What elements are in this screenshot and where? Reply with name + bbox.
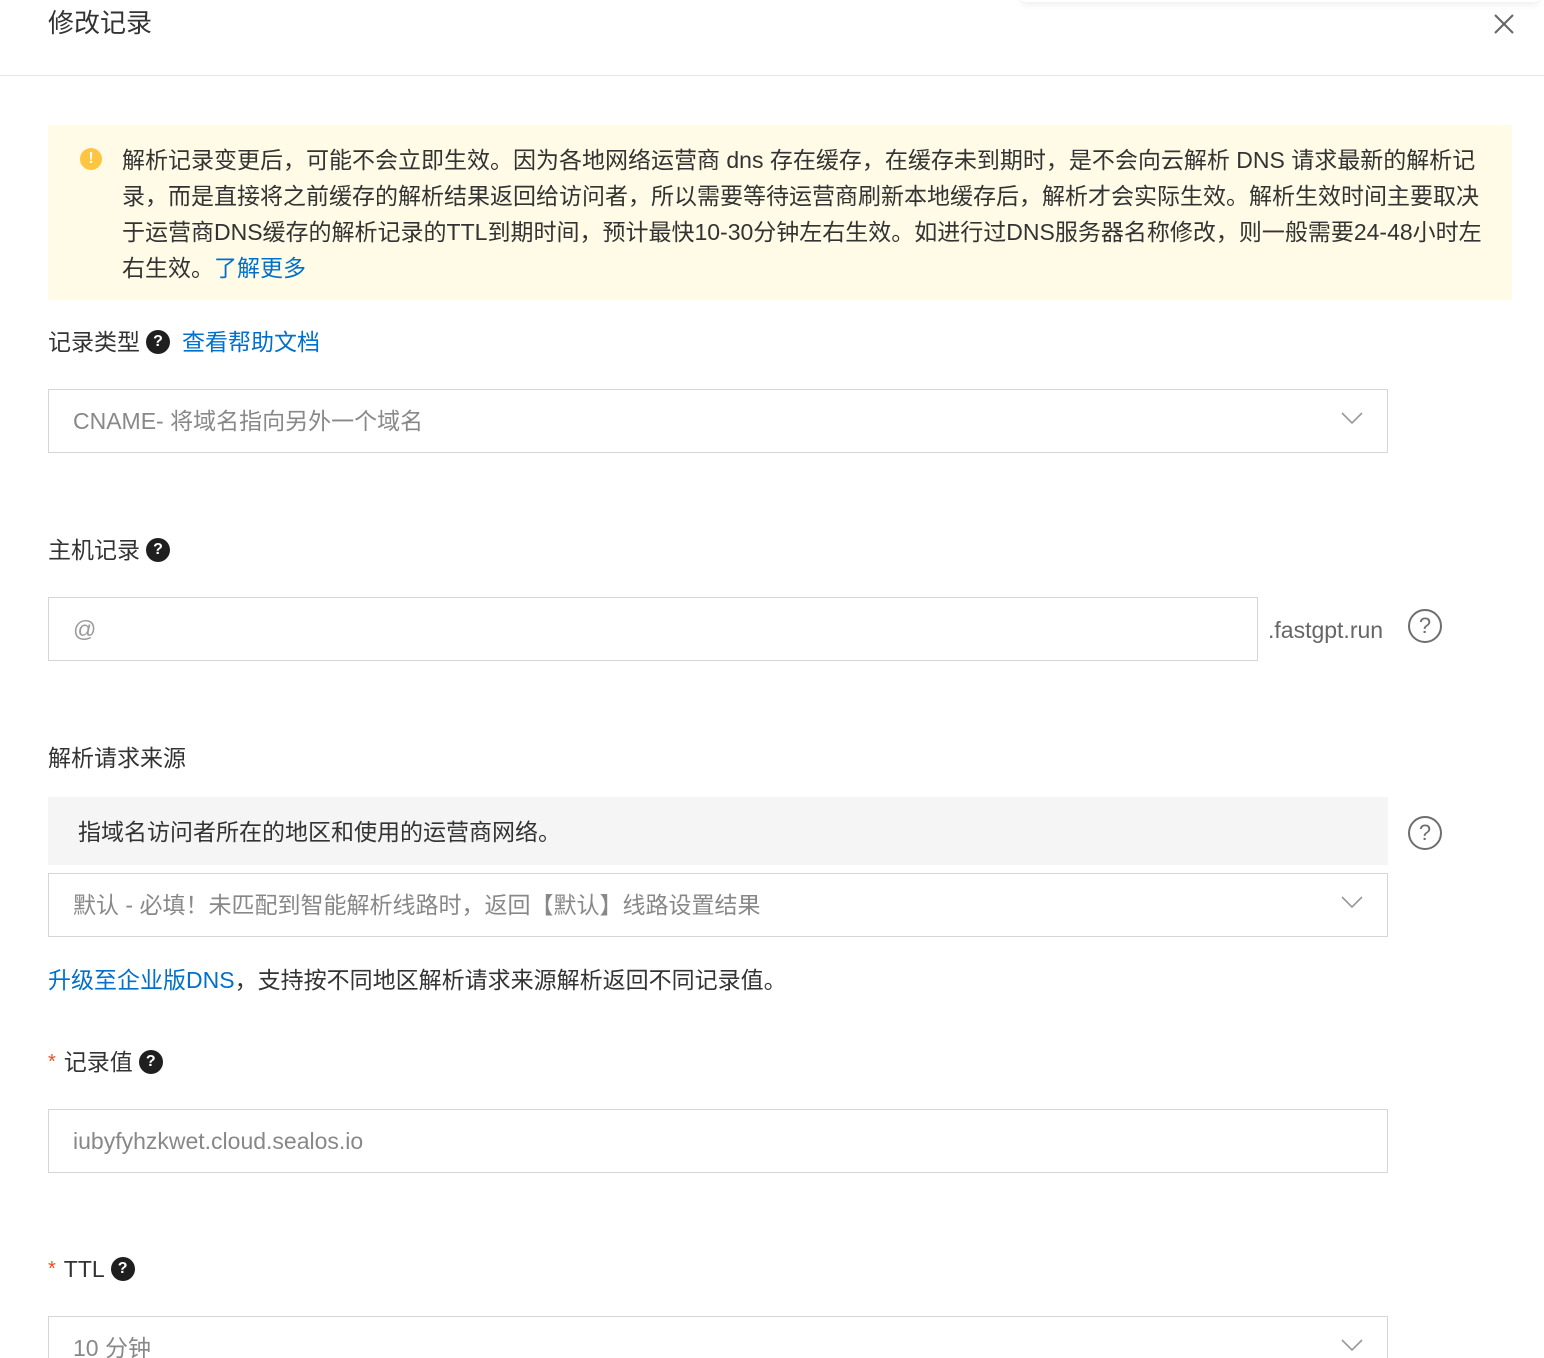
help-doc-link[interactable]: 查看帮助文档 bbox=[182, 326, 320, 358]
request-source-label: 解析请求来源 bbox=[48, 745, 186, 771]
ttl-select[interactable]: 10 分钟 bbox=[48, 1316, 1388, 1358]
record-type-label: 记录类型 bbox=[48, 329, 140, 355]
request-source-info: 指域名访问者所在的地区和使用的运营商网络。 bbox=[48, 797, 1388, 865]
question-icon[interactable]: ? bbox=[1408, 609, 1442, 643]
alert-message: 解析记录变更后，可能不会立即生效。因为各地网络运营商 dns 存在缓存，在缓存未… bbox=[122, 142, 1492, 286]
warning-icon: ! bbox=[80, 148, 102, 170]
record-type-label-row: 记录类型 ? 查看帮助文档 bbox=[48, 326, 320, 358]
request-source-value: 默认 - 必填！未匹配到智能解析线路时，返回【默认】线路设置结果 bbox=[73, 892, 761, 918]
host-record-label-row: 主机记录 ? bbox=[48, 534, 170, 566]
dialog-title: 修改记录 bbox=[48, 8, 153, 38]
question-icon[interactable]: ? bbox=[1408, 816, 1442, 850]
question-icon[interactable]: ? bbox=[138, 1050, 163, 1074]
dialog-header: 修改记录 bbox=[0, 0, 1544, 76]
host-record-input[interactable]: @ bbox=[48, 597, 1258, 661]
modify-record-dialog: 修改记录 ! 解析记录变更后，可能不会立即生效。因为各地网络运营商 dns 存在… bbox=[0, 0, 1544, 1358]
question-icon[interactable]: ? bbox=[146, 538, 170, 562]
record-type-select[interactable]: CNAME- 将域名指向另外一个域名 bbox=[48, 389, 1388, 453]
required-mark: * bbox=[48, 1051, 56, 1073]
question-icon[interactable]: ? bbox=[146, 330, 170, 354]
upgrade-text: ，支持按不同地区解析请求来源解析返回不同记录值。 bbox=[234, 967, 787, 993]
record-value-label: 记录值 bbox=[63, 1049, 133, 1075]
question-icon[interactable]: ? bbox=[110, 1257, 135, 1281]
upgrade-hint: 升级至企业版DNS，支持按不同地区解析请求来源解析返回不同记录值。 bbox=[48, 963, 787, 997]
record-value-label-row: * 记录值 ? bbox=[48, 1046, 163, 1078]
request-source-select[interactable]: 默认 - 必填！未匹配到智能解析线路时，返回【默认】线路设置结果 bbox=[48, 873, 1388, 937]
chevron-down-icon bbox=[1341, 412, 1363, 425]
close-icon[interactable] bbox=[1488, 8, 1520, 40]
upgrade-link[interactable]: 升级至企业版DNS bbox=[48, 967, 235, 993]
record-value-input[interactable]: iubyfyhzkwet.cloud.sealos.io bbox=[48, 1109, 1388, 1173]
record-value-text: iubyfyhzkwet.cloud.sealos.io bbox=[73, 1128, 364, 1154]
record-type-value: CNAME- 将域名指向另外一个域名 bbox=[73, 408, 424, 434]
request-source-label-row: 解析请求来源 bbox=[48, 742, 186, 774]
domain-suffix: .fastgpt.run bbox=[1268, 617, 1384, 643]
ttl-value: 10 分钟 bbox=[73, 1335, 151, 1358]
request-source-info-text: 指域名访问者所在的地区和使用的运营商网络。 bbox=[78, 819, 561, 845]
chevron-down-icon bbox=[1341, 1339, 1363, 1352]
alert-text: 解析记录变更后，可能不会立即生效。因为各地网络运营商 dns 存在缓存，在缓存未… bbox=[122, 147, 1482, 281]
ttl-label: TTL bbox=[63, 1256, 105, 1282]
required-mark: * bbox=[48, 1258, 56, 1280]
ttl-label-row: * TTL ? bbox=[48, 1253, 135, 1285]
learn-more-link[interactable]: 了解更多 bbox=[214, 255, 306, 281]
host-record-label: 主机记录 bbox=[48, 537, 140, 563]
host-record-value: @ bbox=[73, 616, 97, 642]
chevron-down-icon bbox=[1341, 896, 1363, 909]
propagation-alert: ! 解析记录变更后，可能不会立即生效。因为各地网络运营商 dns 存在缓存，在缓… bbox=[48, 125, 1512, 300]
